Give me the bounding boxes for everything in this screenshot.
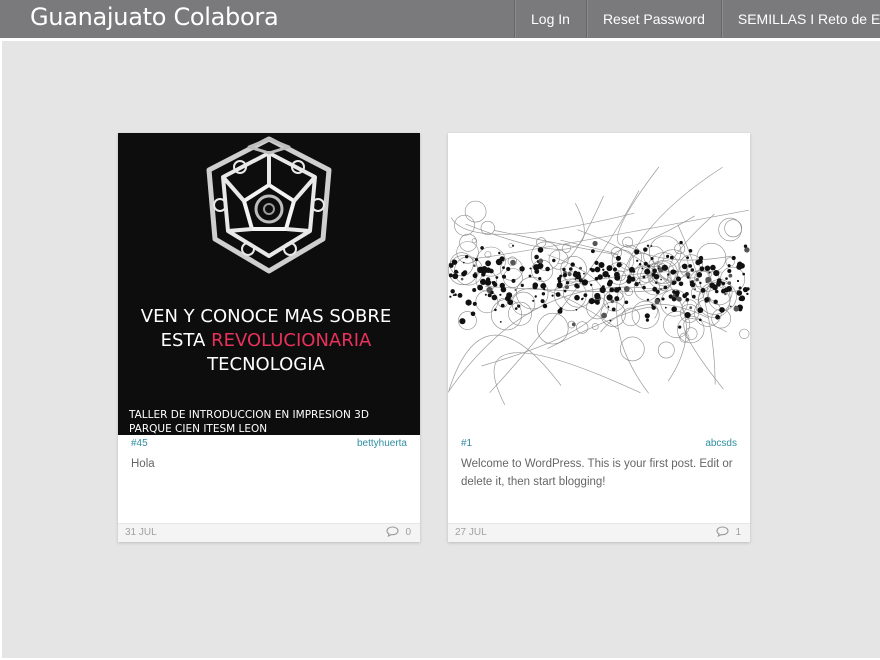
main-nav: Log In Reset Password SEMILLAS I Reto de…: [514, 0, 880, 38]
poster-footer-line-1: TALLER DE INTRODUCCION EN IMPRESION 3D: [128, 409, 369, 421]
author-link[interactable]: abcsds: [705, 437, 737, 451]
poster-footer-line-2: PARQUE CIEN ITESM LEON: [129, 423, 267, 435]
nav-semillas[interactable]: SEMILLAS I Reto de E: [720, 0, 880, 38]
post-footer: 31 JUL 0: [118, 523, 420, 542]
post-thumbnail[interactable]: VEN Y CONOCE MAS SOBRE ESTA REVOLUCIONAR…: [118, 133, 420, 435]
post-meta: #45 bettyhuerta: [131, 437, 407, 451]
generative-art-image: [448, 133, 750, 435]
post-date: 31 JUL: [125, 527, 157, 538]
comment-count: 1: [735, 527, 741, 538]
comments-link[interactable]: 1: [716, 524, 741, 542]
comment-icon: [386, 526, 399, 538]
comment-count: 0: [405, 527, 411, 538]
post-meta: #1 abcsds: [461, 437, 737, 451]
post-footer: 27 JUL 1: [448, 523, 750, 542]
post-date: 27 JUL: [455, 527, 487, 538]
post-excerpt: Welcome to WordPress. This is your first…: [461, 458, 733, 488]
nav-log-in[interactable]: Log In: [514, 0, 586, 38]
poster-line-3: TECNOLOGIA: [206, 354, 325, 375]
top-navigation-bar: Guanajuato Colabora Log In Reset Passwor…: [0, 0, 880, 38]
author-link[interactable]: bettyhuerta: [357, 437, 407, 451]
poster-image: VEN Y CONOCE MAS SOBRE ESTA REVOLUCIONAR…: [118, 133, 420, 435]
nav-reset-password[interactable]: Reset Password: [585, 0, 721, 38]
poster-line-2: ESTA REVOLUCIONARIA: [161, 330, 372, 351]
post-number-link[interactable]: #1: [461, 437, 472, 451]
post-excerpt: Hola: [131, 458, 155, 470]
post-number-link[interactable]: #45: [131, 437, 148, 451]
poster-line-1: VEN Y CONOCE MAS SOBRE: [141, 306, 391, 327]
post-thumbnail[interactable]: [448, 133, 750, 435]
post-card: #1 abcsds Welcome to WordPress. This is …: [448, 133, 750, 542]
site-title[interactable]: Guanajuato Colabora: [30, 2, 279, 32]
comment-icon: [716, 526, 729, 538]
comments-link[interactable]: 0: [386, 524, 411, 542]
post-card: VEN Y CONOCE MAS SOBRE ESTA REVOLUCIONAR…: [118, 133, 420, 542]
posts-area: VEN Y CONOCE MAS SOBRE ESTA REVOLUCIONAR…: [2, 41, 880, 658]
